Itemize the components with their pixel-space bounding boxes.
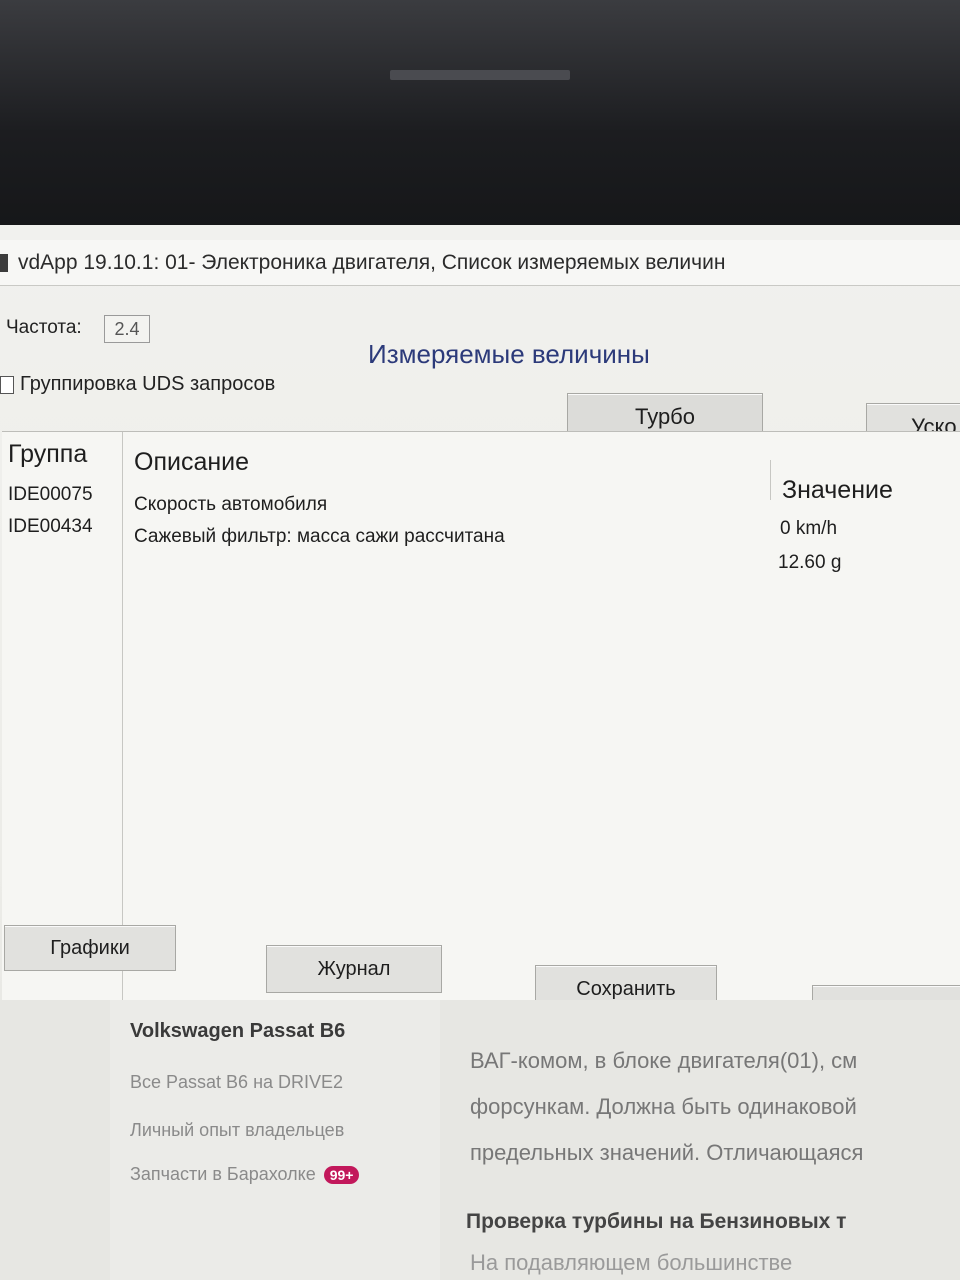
window-titlebar[interactable]: vdApp 19.10.1: 01- Электроника двигателя…: [0, 240, 960, 286]
sidebar-link-label: Запчасти в Барахолке: [130, 1164, 316, 1184]
row-description: Сажевый фильтр: масса сажи рассчитана: [134, 526, 505, 547]
webpage-sidebar: Volkswagen Passat B6 Все Passat B6 на DR…: [110, 1000, 440, 1280]
column-header-value[interactable]: Значение: [782, 476, 893, 505]
uds-grouping-label: Группировка UDS запросов: [20, 373, 276, 395]
article-text: предельных значений. Отличающаяся: [470, 1140, 864, 1165]
monitor-bezel: [0, 0, 960, 240]
journal-button[interactable]: Журнал: [266, 945, 442, 993]
bezel-notch: [390, 70, 570, 80]
article-text: На подавляющем большинстве: [470, 1250, 793, 1275]
row-value: 12.60 g: [778, 552, 842, 573]
panel-title: Измеряемые величины: [368, 339, 650, 369]
uds-grouping-checkbox[interactable]: [0, 375, 14, 394]
column-divider: [770, 460, 771, 500]
column-header-description[interactable]: Описание: [134, 448, 249, 477]
row-group: IDE00434: [8, 516, 93, 537]
screen: vdApp 19.10.1: 01- Электроника двигателя…: [0, 225, 960, 1280]
sidebar-link[interactable]: Все Passat B6 на DRIVE2: [130, 1072, 343, 1093]
count-badge: 99+: [323, 1166, 360, 1184]
background-webpage: Volkswagen Passat B6 Все Passat B6 на DR…: [0, 1000, 960, 1280]
graphs-button[interactable]: Графики: [4, 925, 176, 971]
column-header-group[interactable]: Группа: [8, 440, 87, 469]
article-text: ВАГ-комом, в блоке двигателя(01), см: [470, 1048, 858, 1073]
uds-grouping-option[interactable]: Группировка UDS запросов: [0, 373, 275, 396]
app-icon: [0, 253, 8, 272]
row-value: 0 km/h: [780, 518, 838, 539]
article-heading: Проверка турбины на Бензиновых т: [466, 1210, 847, 1233]
window-title: vdApp 19.10.1: 01- Электроника двигателя…: [18, 250, 726, 274]
sidebar-title[interactable]: Volkswagen Passat B6: [130, 1020, 345, 1043]
row-description: Скорость автомобиля: [134, 494, 328, 515]
frequency-field[interactable]: 2.4: [104, 315, 150, 343]
frequency-label: Частота:: [6, 317, 82, 338]
sidebar-link[interactable]: Личный опыт владельцев: [130, 1120, 344, 1141]
row-group: IDE00075: [8, 484, 93, 505]
sidebar-link-market[interactable]: Запчасти в Барахолке 99+: [130, 1164, 360, 1185]
article-text: форсункам. Должна быть одинаковой: [470, 1094, 857, 1119]
